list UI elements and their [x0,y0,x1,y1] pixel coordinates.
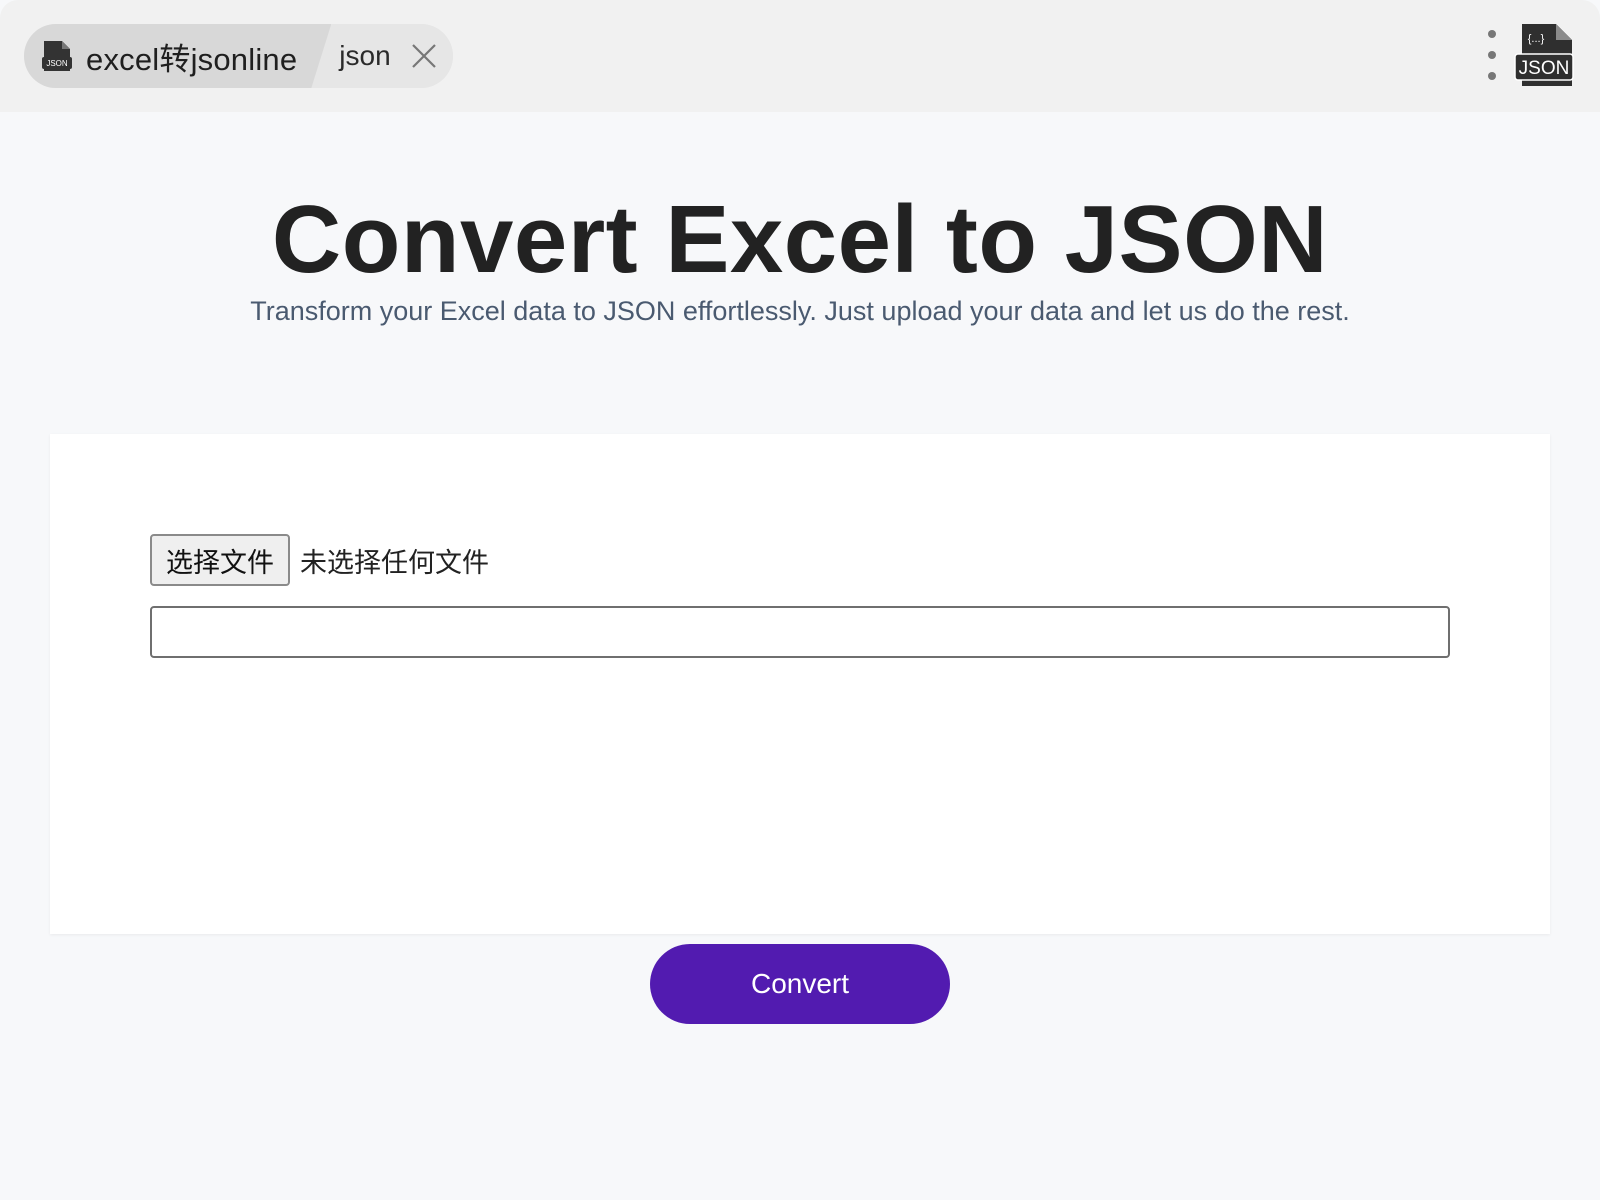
breadcrumb-title: excel转jsonline [86,41,298,77]
page-subtitle: Transform your Excel data to JSON effort… [250,296,1350,326]
svg-text:JSON: JSON [46,59,68,68]
data-input-field[interactable] [150,606,1450,658]
json-file-icon: JSON [42,39,72,73]
file-picker: 选择文件 未选择任何文件 [150,534,489,586]
breadcrumb-sub-label: json [339,40,391,71]
page-title: Convert Excel to JSON [271,186,1329,293]
upload-card: 选择文件 未选择任何文件 [50,434,1550,934]
json-logo-icon: {...} JSON [1514,22,1576,88]
file-status-text: 未选择任何文件 [300,547,489,578]
top-bar: JSON excel转jsonline json {...} JSON [0,0,1600,112]
breadcrumb: JSON excel转jsonline json [24,24,453,88]
choose-file-button[interactable]: 选择文件 [150,534,290,586]
svg-text:{...}: {...} [1528,33,1545,45]
svg-text:JSON: JSON [1519,58,1570,79]
app-window: JSON excel转jsonline json {...} JSON Conv… [0,0,1600,1200]
close-icon[interactable] [409,41,439,71]
breadcrumb-sub-item[interactable]: json [331,24,453,88]
breadcrumb-main-item[interactable]: JSON excel转jsonline [24,24,331,88]
more-menu-icon[interactable] [1484,30,1500,80]
convert-button[interactable]: Convert [650,944,950,1024]
